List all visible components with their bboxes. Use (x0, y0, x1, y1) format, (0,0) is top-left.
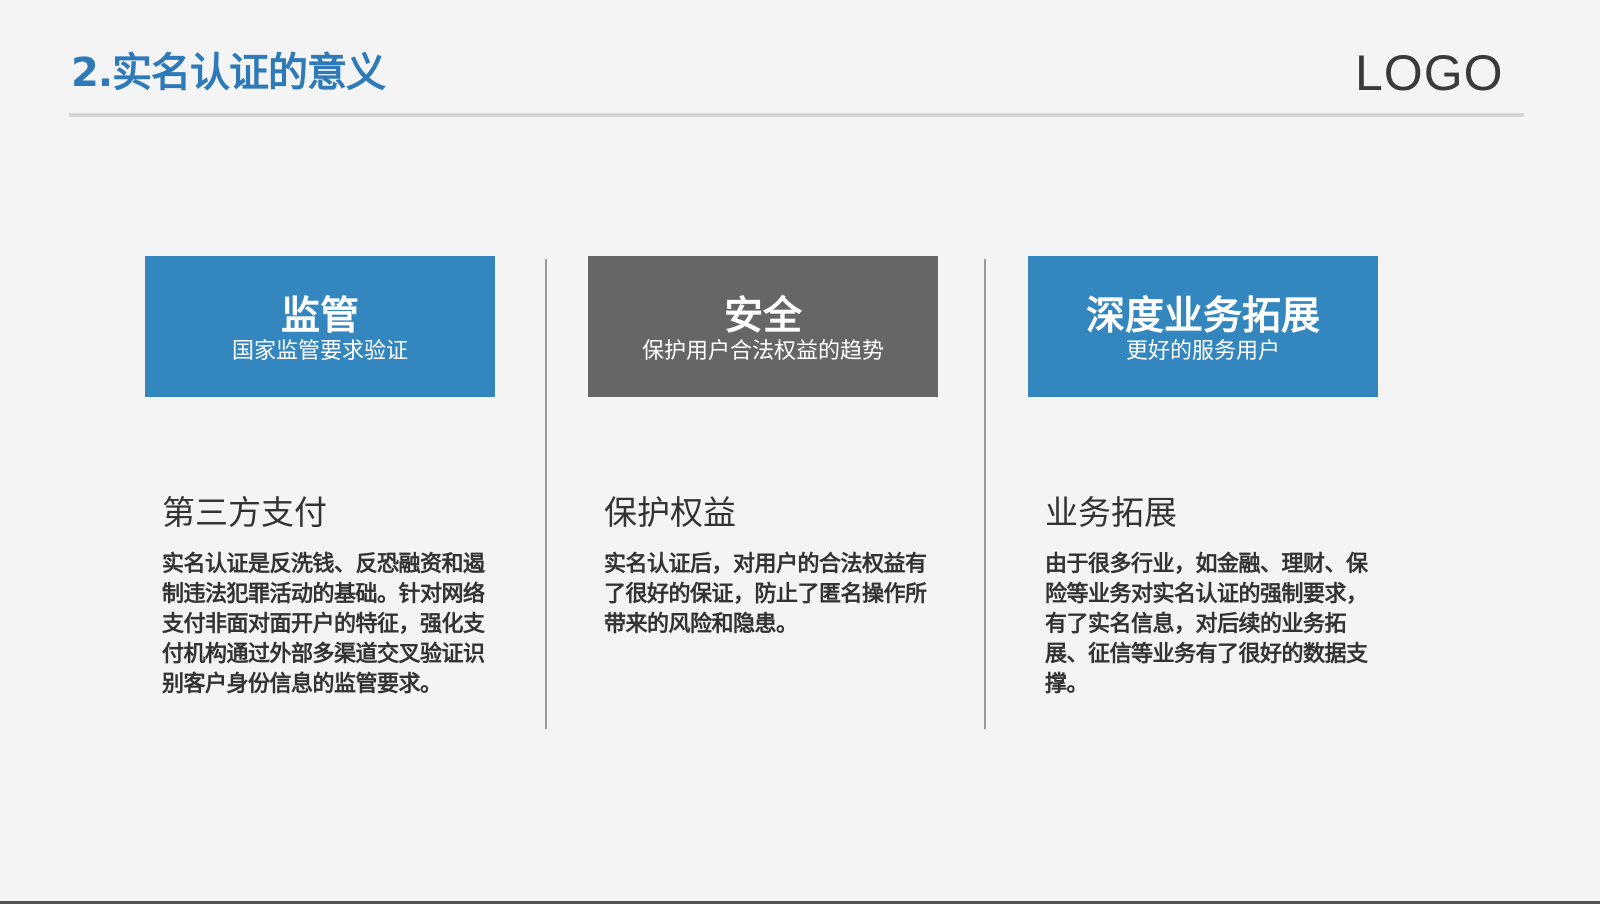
box-business: 深度业务拓展 更好的服务用户 (1028, 256, 1378, 397)
header-divider (69, 113, 1524, 117)
box-title: 监管 (280, 293, 359, 339)
column-heading-payment: 第三方支付 (162, 493, 327, 532)
column-divider (545, 259, 547, 729)
column-heading-rights: 保护权益 (604, 493, 736, 532)
column-description-rights: 实名认证后，对用户的合法权益有了很好的保证，防止了匿名操作所带来的风险和隐患。 (604, 552, 927, 637)
box-security: 安全 保护用户合法权益的趋势 (588, 256, 938, 397)
box-title: 深度业务拓展 (1085, 293, 1320, 339)
column-divider (984, 259, 986, 729)
box-supervision: 监管 国家监管要求验证 (145, 256, 495, 397)
box-subtitle: 国家监管要求验证 (231, 338, 408, 364)
column-heading-business: 业务拓展 (1045, 493, 1177, 532)
box-subtitle: 保护用户合法权益的趋势 (641, 338, 884, 364)
box-title: 安全 (723, 293, 802, 339)
box-subtitle: 更好的服务用户 (1125, 338, 1280, 364)
slide: 2.实名认证的意义 LOGO 监管 国家监管要求验证 第三方支付 实名认证是反洗… (0, 0, 1600, 904)
logo: LOGO (1355, 45, 1504, 101)
column-description-business: 由于很多行业，如金融、理财、保险等业务对实名认证的强制要求，有了实名信息，对后续… (1045, 552, 1368, 697)
page-title: 2.实名认证的意义 (71, 50, 386, 96)
column-description-payment: 实名认证是反洗钱、反恐融资和遏制违法犯罪活动的基础。针对网络支付非面对面开户的特… (162, 552, 485, 697)
